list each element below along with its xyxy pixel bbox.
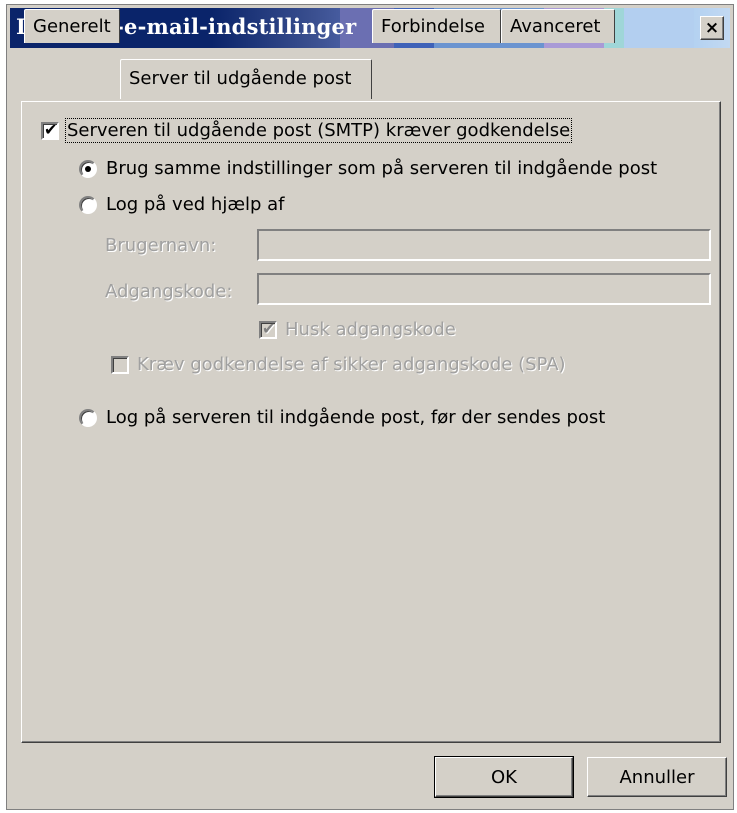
close-icon: × (704, 18, 720, 38)
tab-generelt[interactable]: Generelt (24, 9, 120, 43)
username-field[interactable] (257, 229, 711, 261)
smtp-auth-label: Serveren til udgående post (SMTP) kræver… (64, 118, 573, 143)
tab-avanceret[interactable]: Avanceret (501, 9, 615, 43)
tab-label: Forbindelse (381, 16, 485, 37)
remember-password-row[interactable]: ✔ Husk adgangskode (259, 319, 456, 340)
log-on-with-label: Log på ved hjælp af (106, 194, 285, 215)
checkmark-icon: ✔ (262, 318, 276, 338)
checkmark-icon: ✔ (44, 119, 58, 139)
remember-password-checkbox[interactable]: ✔ (259, 318, 277, 339)
tab-label: Avanceret (510, 16, 601, 37)
tab-label: Server til udgående post (129, 68, 352, 89)
username-label-text: Brugernavn: (105, 235, 217, 256)
close-button[interactable]: × (700, 16, 724, 40)
tab-server-til-udgaaende-post[interactable]: Server til udgående post (120, 59, 372, 99)
dialog-window: Internet-e-mail-indstillinger × Generelt… (6, 4, 734, 810)
ok-button[interactable]: OK (434, 756, 574, 798)
log-on-incoming-radio-row[interactable]: Log på serveren til indgående post, før … (79, 407, 605, 428)
remember-password-label: Husk adgangskode (285, 319, 456, 340)
radio-dot-icon (85, 165, 91, 172)
username-label: Brugernavn: (105, 235, 216, 256)
smtp-auth-checkbox[interactable]: ✔ (41, 119, 59, 140)
use-same-settings-radio[interactable] (79, 159, 97, 178)
spa-checkbox[interactable] (111, 355, 129, 374)
use-same-settings-radio-row[interactable]: Brug samme indstillinger som på serveren… (79, 158, 657, 179)
log-on-incoming-label: Log på serveren til indgående post, før … (106, 407, 606, 428)
log-on-with-radio-row[interactable]: Log på ved hjælp af (79, 194, 285, 215)
password-label-text: Adgangskode: (105, 281, 233, 302)
spa-checkbox-row[interactable]: Kræv godkendelse af sikker adgangskode (… (111, 354, 566, 375)
tab-label: Generelt (33, 16, 111, 37)
log-on-incoming-radio[interactable] (79, 408, 97, 427)
cancel-button[interactable]: Annuller (587, 757, 727, 797)
log-on-with-radio[interactable] (79, 195, 97, 214)
cancel-label: Annuller (619, 766, 695, 788)
spa-label: Kræv godkendelse af sikker adgangskode (… (137, 354, 566, 375)
use-same-settings-label: Brug samme indstillinger som på serveren… (106, 158, 658, 179)
password-label: Adgangskode: (105, 281, 232, 302)
title-band (624, 8, 694, 48)
ok-label: OK (491, 766, 517, 788)
password-field[interactable] (257, 273, 711, 305)
smtp-auth-checkbox-row[interactable]: ✔ Serveren til udgående post (SMTP) kræv… (41, 118, 573, 143)
tab-forbindelse[interactable]: Forbindelse (372, 9, 501, 43)
